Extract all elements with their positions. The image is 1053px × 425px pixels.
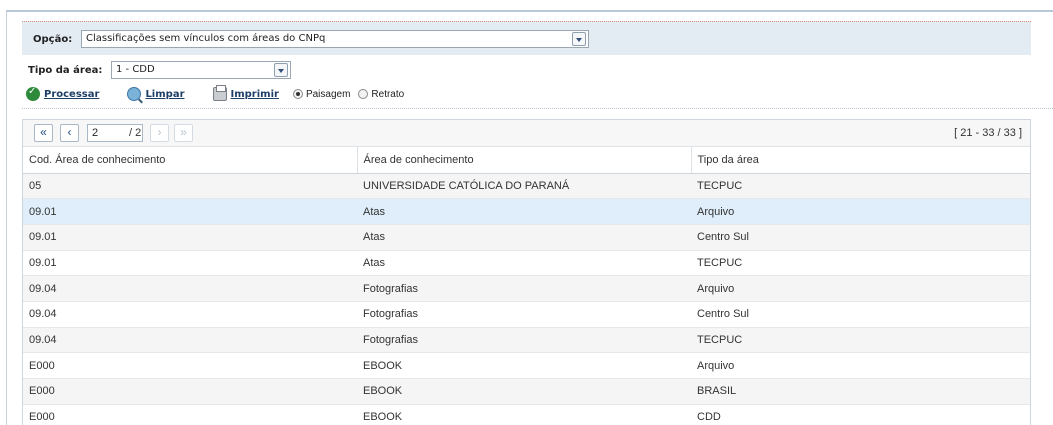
chevron-down-icon[interactable] [572, 32, 586, 46]
table-row[interactable]: 09.01 Atas Centro Sul [23, 224, 1030, 251]
first-page-button[interactable]: « [34, 124, 53, 142]
cell-tipo: BRASIL [691, 378, 1030, 405]
table-row[interactable]: 09.04 Fotografias Centro Sul [23, 301, 1030, 328]
cell-tipo: TECPUC [691, 173, 1030, 200]
table-row[interactable]: E000 EBOOK CDD [23, 404, 1030, 425]
paisagem-radio-dot[interactable] [292, 89, 303, 99]
table-row[interactable]: 09.01 Atas Arquivo [23, 198, 1030, 225]
table-row[interactable]: E000 EBOOK Arquivo [23, 352, 1030, 379]
column-header-area[interactable]: Área de conhecimento [357, 147, 692, 174]
cell-cod: 09.01 [23, 224, 357, 251]
results-table: Cod. Área de conhecimento Área de conhec… [23, 147, 1030, 425]
cell-tipo: TECPUC [691, 327, 1030, 354]
cell-tipo: TECPUC [691, 250, 1030, 277]
check-circle-icon [26, 86, 40, 101]
pager: « ‹ / 2 › » [ 21 - 33 / 33 ] [23, 120, 1030, 147]
cell-area: EBOOK [357, 378, 691, 405]
opcao-label: Opção: [33, 34, 73, 45]
cell-cod: 09.01 [23, 198, 357, 225]
tipo-area-select[interactable]: 1 - CDD [111, 61, 291, 79]
retrato-radio[interactable]: Retrato [358, 89, 404, 100]
top-border [6, 10, 1053, 12]
cell-cod: 09.04 [23, 327, 357, 354]
table-row[interactable]: 09.01 Atas TECPUC [23, 250, 1030, 277]
retrato-radio-dot[interactable] [358, 89, 369, 99]
table-row[interactable]: 09.04 Fotografias Arquivo [23, 275, 1030, 302]
cell-tipo: CDD [691, 404, 1030, 425]
cell-area: EBOOK [357, 352, 691, 379]
record-range: [ 21 - 33 / 33 ] [954, 127, 1022, 139]
printer-icon [212, 85, 227, 101]
left-border [6, 10, 7, 425]
action-bar: Processar Limpar Imprimir Paisagem Retra… [26, 85, 412, 102]
paisagem-radio[interactable]: Paisagem [292, 88, 351, 100]
table-row[interactable]: 09.04 Fotografias TECPUC [23, 327, 1030, 354]
cell-area: Atas [357, 224, 691, 251]
processar-button[interactable]: Processar [26, 86, 100, 101]
results-grid: « ‹ / 2 › » [ 21 - 33 / 33 ] Cod. Área d… [22, 119, 1031, 425]
next-page-button[interactable]: › [150, 124, 169, 142]
cell-cod: 09.04 [23, 275, 357, 302]
cell-cod: E000 [23, 404, 357, 425]
cell-area: Fotografias [357, 275, 691, 302]
opcao-bar: Opção: Classificações sem vínculos com á… [22, 21, 1031, 55]
cell-area: UNIVERSIDADE CATÓLICA DO PARANÁ [357, 173, 691, 200]
table-row[interactable]: 05 UNIVERSIDADE CATÓLICA DO PARANÁ TECPUC [23, 173, 1030, 200]
limpar-label: Limpar [145, 88, 185, 100]
imprimir-label: Imprimir [230, 88, 279, 100]
cell-tipo: Centro Sul [691, 224, 1030, 251]
opcao-select-value: Classificações sem vínculos com áreas do… [86, 33, 326, 44]
magnifier-icon [127, 87, 142, 101]
tipo-area-label: Tipo da área: [28, 65, 103, 76]
cell-area: Atas [357, 250, 691, 277]
divider [22, 108, 1053, 109]
cell-cod: E000 [23, 352, 357, 379]
column-header-tipo[interactable]: Tipo da área [691, 147, 1030, 174]
retrato-label: Retrato [371, 88, 405, 100]
table-row[interactable]: E000 EBOOK BRASIL [23, 378, 1030, 405]
paisagem-label: Paisagem [305, 88, 351, 100]
cell-cod: 05 [23, 173, 357, 200]
tipo-area-select-value: 1 - CDD [116, 64, 155, 75]
processar-label: Processar [44, 88, 100, 100]
last-page-button[interactable]: » [174, 124, 193, 142]
header-row: Cod. Área de conhecimento Área de conhec… [23, 147, 1030, 174]
cell-cod: E000 [23, 378, 357, 405]
cell-tipo: Arquivo [691, 198, 1030, 225]
prev-page-button[interactable]: ‹ [60, 124, 79, 142]
cell-cod: 09.01 [23, 250, 357, 277]
cell-area: Atas [357, 198, 691, 225]
page-total: / 2 [129, 127, 142, 139]
imprimir-button[interactable]: Imprimir [212, 85, 279, 101]
cell-area: EBOOK [357, 404, 691, 425]
opcao-select[interactable]: Classificações sem vínculos com áreas do… [81, 30, 589, 48]
column-header-cod[interactable]: Cod. Área de conhecimento [23, 147, 358, 174]
cell-tipo: Centro Sul [691, 301, 1030, 328]
cell-area: Fotografias [357, 327, 691, 354]
cell-tipo: Arquivo [691, 275, 1030, 302]
cell-area: Fotografias [357, 301, 691, 328]
limpar-button[interactable]: Limpar [127, 87, 185, 101]
cell-tipo: Arquivo [691, 352, 1030, 379]
chevron-down-icon[interactable] [274, 63, 288, 77]
cell-cod: 09.04 [23, 301, 357, 328]
